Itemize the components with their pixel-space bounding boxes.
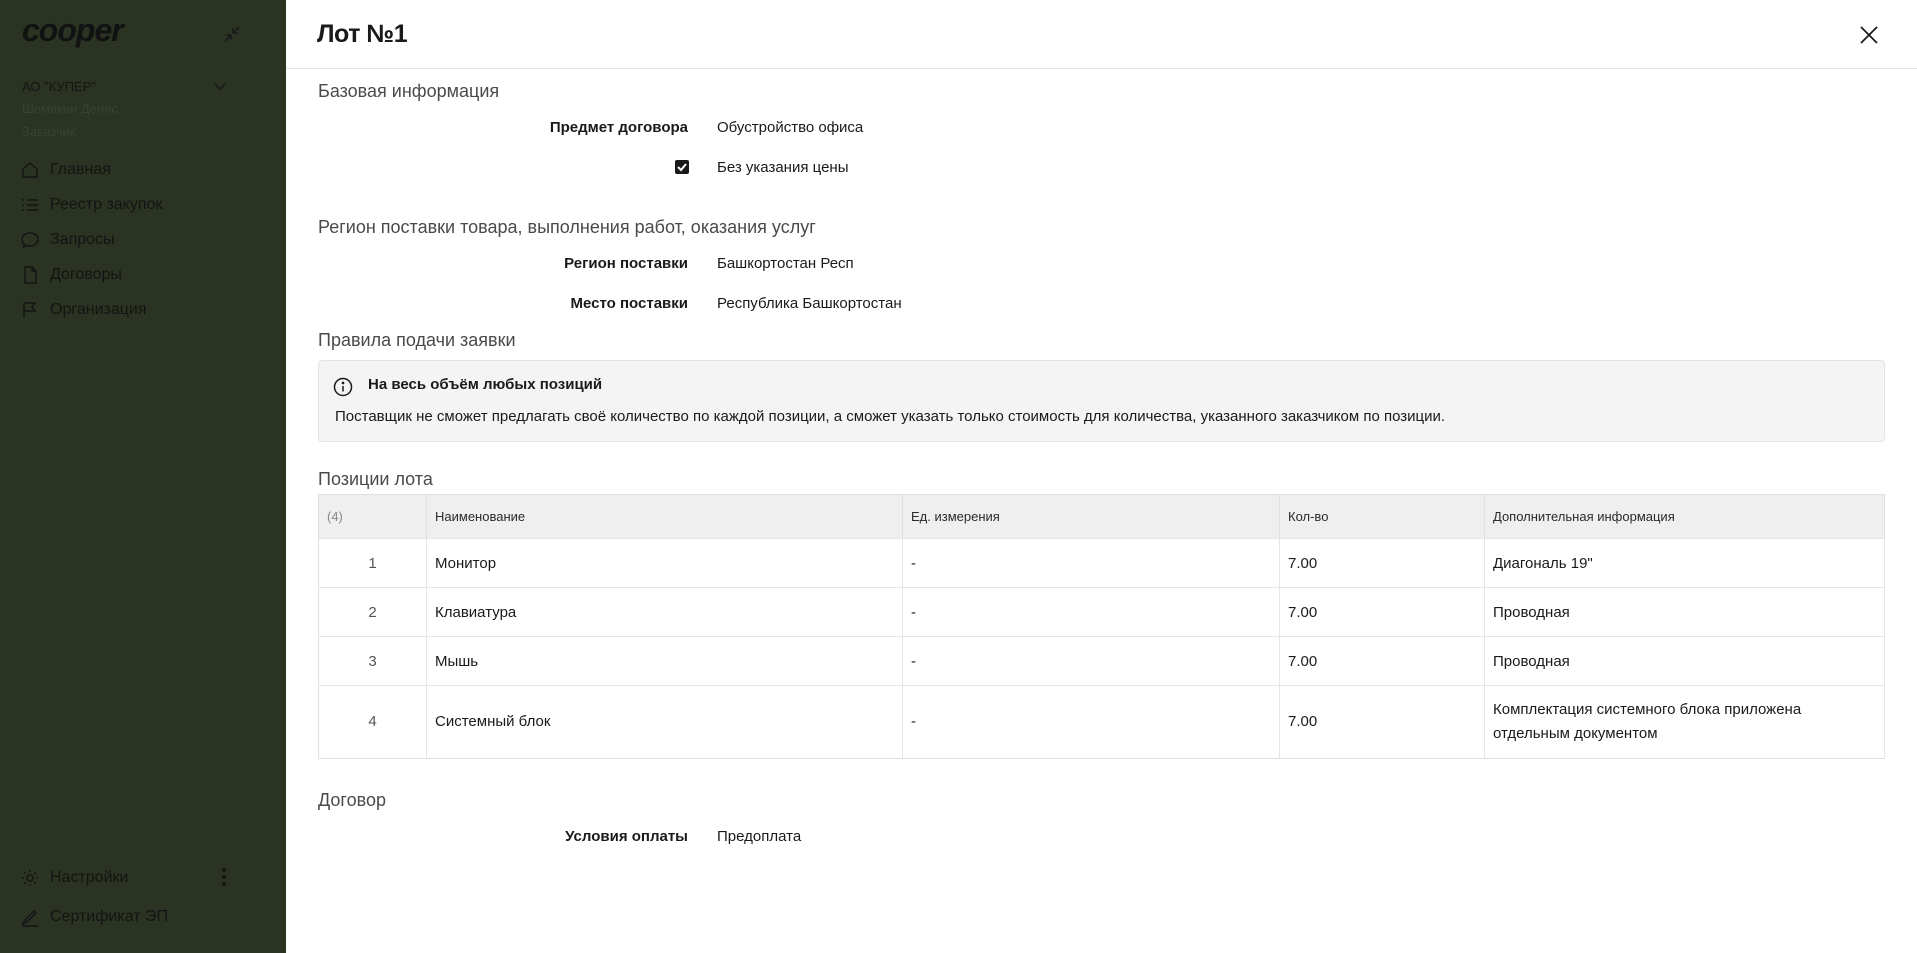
- row-qty: 7.00: [1279, 538, 1485, 588]
- place-value: Республика Башкортостан: [717, 295, 902, 312]
- chevron-down-icon[interactable]: [212, 78, 228, 94]
- row-unit: -: [902, 636, 1280, 686]
- column-header-info[interactable]: Дополнительная информация: [1484, 494, 1885, 539]
- row-info: Проводная: [1484, 636, 1885, 686]
- section-title-rules: Правила подачи заявки: [318, 330, 516, 350]
- rules-info-box: На весь объём любых позиций Поставщик не…: [318, 360, 1885, 442]
- section-title-base: Базовая информация: [318, 81, 500, 101]
- app-logo: cooper: [22, 12, 124, 48]
- user-name: Шемякин Денис: [22, 101, 118, 116]
- payment-label: Условия оплаты: [565, 828, 688, 845]
- row-qty: 7.00: [1279, 636, 1485, 686]
- table-row[interactable]: 2 Клавиатура - 7.00 Проводная: [318, 587, 1885, 637]
- lot-panel: Лот №1 Базовая информация Предмет догово…: [286, 0, 1917, 953]
- row-unit: -: [902, 538, 1280, 588]
- sidebar-item-label: Главная: [50, 160, 111, 178]
- sidebar-item-label: Запросы: [50, 230, 115, 248]
- no-price-checkbox[interactable]: [675, 160, 689, 174]
- sidebar-item-label: Организация: [50, 300, 147, 318]
- list-icon: [22, 198, 38, 211]
- sidebar-item-home[interactable]: Главная: [20, 152, 162, 187]
- sidebar-item-label: Реестр закупок: [50, 195, 163, 213]
- sidebar-item-requests[interactable]: Запросы: [20, 222, 162, 257]
- chat-icon: [21, 231, 39, 248]
- collapse-icon[interactable]: [222, 24, 242, 44]
- row-info: Проводная: [1484, 587, 1885, 637]
- row-unit: -: [902, 587, 1280, 637]
- sidebar-item-registry[interactable]: Реестр закупок: [20, 187, 162, 222]
- info-text: Поставщик не сможет предлагать своё коли…: [335, 408, 1446, 425]
- sidebar-item-organization[interactable]: Организация: [20, 292, 162, 327]
- region-value: Башкортостан Респ: [717, 255, 854, 272]
- info-icon: [333, 377, 353, 397]
- subject-label: Предмет договора: [549, 119, 688, 136]
- row-number: 1: [318, 538, 427, 588]
- section-title-contract: Договор: [318, 790, 386, 810]
- sidebar-item-label: Сертификат ЭП: [50, 907, 169, 925]
- sidebar: cooper АО "КУПЕР" Шемякин Денис Заказчик…: [0, 0, 286, 953]
- org-name[interactable]: АО "КУПЕР": [22, 79, 96, 94]
- close-icon[interactable]: [1856, 22, 1882, 48]
- positions-table: (4) Наименование Ед. измерения Кол-во До…: [318, 494, 1885, 759]
- signature-icon: [21, 909, 38, 927]
- sidebar-item-label: Настройки: [50, 868, 129, 886]
- row-number: 4: [318, 685, 427, 759]
- section-title-region: Регион поставки товара, выполнения работ…: [318, 217, 816, 237]
- check-icon: [677, 163, 687, 172]
- row-qty: 7.00: [1279, 685, 1485, 759]
- column-header-unit[interactable]: Ед. измерения: [902, 494, 1280, 539]
- row-info: Комплектация системного блока приложена …: [1484, 685, 1885, 759]
- subject-value: Обустройство офиса: [717, 119, 864, 136]
- row-name: Клавиатура: [426, 587, 903, 637]
- more-vertical-icon[interactable]: [220, 866, 228, 888]
- sidebar-item-label: Договоры: [50, 265, 122, 283]
- sidebar-item-certificate[interactable]: Сертификат ЭП: [20, 897, 230, 936]
- row-number: 3: [318, 636, 427, 686]
- place-label: Место поставки: [570, 295, 688, 312]
- row-name: Мышь: [426, 636, 903, 686]
- table-row[interactable]: 4 Системный блок - 7.00 Комплектация сис…: [318, 685, 1885, 759]
- info-title: На весь объём любых позиций: [368, 376, 603, 393]
- flag-icon: [23, 301, 37, 318]
- page-title: Лот №1: [317, 20, 408, 48]
- section-title-positions: Позиции лота: [318, 469, 433, 489]
- sidebar-nav: Главная Реестр закупок Запросы Договоры …: [20, 152, 162, 327]
- row-name: Системный блок: [426, 685, 903, 759]
- sidebar-bottom: Настройки Сертификат ЭП: [20, 858, 230, 936]
- table-row[interactable]: 3 Мышь - 7.00 Проводная: [318, 636, 1885, 686]
- document-icon: [24, 265, 37, 284]
- row-info: Диагональ 19": [1484, 538, 1885, 588]
- home-icon: [22, 161, 38, 178]
- sidebar-item-contracts[interactable]: Договоры: [20, 257, 162, 292]
- column-header-qty[interactable]: Кол-во: [1279, 494, 1485, 539]
- column-header-count: (4): [318, 494, 427, 539]
- row-qty: 7.00: [1279, 587, 1485, 637]
- row-unit: -: [902, 685, 1280, 759]
- no-price-label: Без указания цены: [717, 159, 849, 176]
- sidebar-item-settings[interactable]: Настройки: [20, 858, 230, 897]
- table-header-row: (4) Наименование Ед. измерения Кол-во До…: [318, 494, 1885, 539]
- table-row[interactable]: 1 Монитор - 7.00 Диагональ 19": [318, 538, 1885, 588]
- user-role: Заказчик: [22, 124, 76, 139]
- column-header-name[interactable]: Наименование: [426, 494, 903, 539]
- gear-icon: [22, 869, 38, 886]
- region-label: Регион поставки: [564, 255, 688, 272]
- payment-value: Предоплата: [717, 828, 802, 845]
- panel-header: Лот №1: [286, 0, 1917, 69]
- row-name: Монитор: [426, 538, 903, 588]
- row-number: 2: [318, 587, 427, 637]
